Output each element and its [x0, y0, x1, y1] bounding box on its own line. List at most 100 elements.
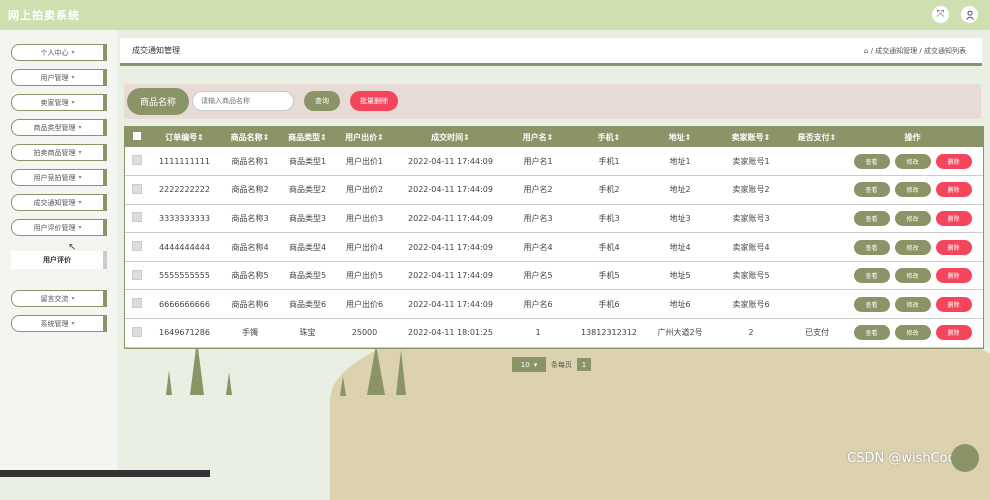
table-cell: 手机4	[598, 242, 620, 252]
table-cell: 商品名称2	[231, 185, 269, 195]
delete-button[interactable]: 删除	[935, 325, 972, 341]
browser-status-bar	[0, 470, 210, 477]
table-cell: 商品名称4	[231, 242, 269, 252]
row-checkbox[interactable]	[125, 319, 148, 348]
row-checkbox[interactable]	[125, 147, 148, 176]
table-cell: 2222222222	[159, 185, 210, 195]
view-button[interactable]: 查看	[853, 268, 890, 284]
edit-button[interactable]: 修改	[894, 182, 931, 198]
table-cell: 手机3	[598, 213, 620, 223]
table-header-row: 订单编号⇕ 商品名称⇕ 商品类型⇕ 用户出价⇕ 成交时间⇕ 用户名⇕ 手机⇕ 地…	[125, 127, 983, 147]
chevron-down-icon: ▾	[78, 124, 82, 131]
sidebar-item-product-type-management[interactable]: 商品类型管理 ▾	[11, 119, 107, 136]
column-header[interactable]: 手机⇕	[568, 127, 650, 147]
column-header[interactable]: 商品名称⇕	[221, 127, 279, 147]
view-button[interactable]: 查看	[853, 182, 890, 198]
sidebar-item-seller-management[interactable]: 卖家管理 ▾	[11, 94, 107, 111]
view-button[interactable]: 查看	[853, 325, 890, 341]
column-header[interactable]: 用户出价⇕	[336, 127, 393, 147]
delete-button[interactable]: 删除	[935, 268, 972, 284]
chevron-down-icon: ▾	[71, 99, 75, 106]
table-row: 5555555555 商品名称5 商品类型5 用户出价5 2022-04-11 17:4…	[125, 261, 983, 290]
batch-delete-button[interactable]: 批量删除	[350, 91, 398, 111]
table-cell	[792, 176, 842, 205]
table-cell: 2022-04-11 18:01:25	[408, 328, 493, 338]
sidebar-item-user-management[interactable]: 用户管理 ▾	[11, 69, 107, 86]
table-cell: 卖家账号5	[732, 271, 770, 281]
column-header[interactable]: 订单编号⇕	[148, 127, 221, 147]
row-checkbox[interactable]	[125, 233, 148, 262]
chevron-down-icon: ▾	[71, 320, 75, 327]
view-button[interactable]: 查看	[853, 239, 890, 255]
chevron-down-icon: ▾	[71, 49, 75, 56]
sidebar-item-user-bid-management[interactable]: 用户竞拍管理 ▾	[11, 169, 107, 186]
delete-button[interactable]: 删除	[935, 239, 972, 255]
row-checkbox[interactable]	[125, 290, 148, 319]
select-all-checkbox[interactable]	[125, 127, 148, 147]
column-header[interactable]: 用户名⇕	[508, 127, 568, 147]
sidebar-subitem-user-review[interactable]: 用户评价	[11, 251, 107, 269]
table-cell: 地址2	[669, 185, 691, 195]
sidebar-item-user-review-management[interactable]: 用户评价管理 ▾	[11, 219, 107, 236]
floating-action-button[interactable]	[951, 444, 979, 472]
column-header[interactable]: 是否支付⇕	[792, 127, 842, 147]
table-cell: 商品名称3	[231, 213, 269, 223]
table-cell: 用户出价6	[345, 299, 384, 309]
query-button[interactable]: 查询	[304, 91, 340, 111]
delete-button[interactable]: 删除	[935, 210, 972, 226]
column-header[interactable]: 商品类型⇕	[279, 127, 336, 147]
table-cell: 2022-04-11 17:44:09	[408, 213, 493, 223]
page-number[interactable]: 1	[577, 358, 591, 371]
search-label: 商品名称	[127, 88, 189, 115]
table-cell: 商品类型2	[288, 185, 327, 195]
sidebar-item-auction-product-management[interactable]: 拍卖商品管理 ▾	[11, 144, 107, 161]
table-cell	[792, 233, 842, 262]
sidebar-item-personal-center[interactable]: 个人中心 ▾	[11, 44, 107, 61]
view-button[interactable]: 查看	[853, 296, 890, 312]
row-checkbox[interactable]	[125, 176, 148, 205]
table-cell: 5555555555	[159, 271, 210, 281]
view-button[interactable]: 查看	[853, 153, 890, 169]
column-header[interactable]: 成交时间⇕	[393, 127, 508, 147]
delete-button[interactable]: 删除	[935, 296, 972, 312]
column-header[interactable]: 卖家账号⇕	[710, 127, 792, 147]
user-icon[interactable]	[961, 6, 978, 23]
delete-button[interactable]: 删除	[935, 182, 972, 198]
sidebar-item-message-exchange[interactable]: 留言交流 ▾	[11, 290, 107, 307]
search-input[interactable]	[192, 91, 294, 111]
fullscreen-icon[interactable]: ⤧	[932, 6, 949, 23]
view-button[interactable]: 查看	[853, 210, 890, 226]
table-cell: 卖家账号2	[732, 185, 770, 195]
chevron-down-icon: ▾	[78, 174, 82, 181]
table-cell: 卖家账号6	[732, 299, 770, 309]
table-cell: 地址1	[669, 156, 691, 166]
sidebar-item-deal-notice-management[interactable]: 成交通知管理 ▾	[11, 194, 107, 211]
per-page-label: 条每页	[551, 360, 572, 369]
background-tree	[367, 345, 385, 395]
breadcrumb: ⌂ / 成交通知管理 / 成交通知列表	[864, 46, 966, 56]
search-bar: 商品名称 查询 批量删除	[124, 84, 981, 119]
table-cell: 商品名称1	[231, 156, 269, 166]
table-cell: 卖家账号1	[732, 156, 770, 166]
delete-button[interactable]: 删除	[935, 153, 972, 169]
sidebar-item-system-management[interactable]: 系统管理 ▾	[11, 315, 107, 332]
table-cell: 用户名2	[523, 185, 553, 195]
edit-button[interactable]: 修改	[894, 210, 931, 226]
edit-button[interactable]: 修改	[894, 268, 931, 284]
table-row: 1111111111 商品名称1 商品类型1 用户出价1 2022-04-11 17:4…	[125, 147, 983, 176]
table-cell: 3333333333	[159, 213, 210, 223]
table-cell: 1	[535, 328, 541, 338]
table-cell: 25000	[351, 328, 378, 338]
edit-button[interactable]: 修改	[894, 239, 931, 255]
page-size-select[interactable]: 10 ▾	[512, 357, 546, 372]
table-cell: 地址4	[669, 242, 691, 252]
row-checkbox[interactable]	[125, 261, 148, 290]
column-header[interactable]: 地址⇕	[650, 127, 710, 147]
row-checkbox[interactable]	[125, 204, 148, 233]
home-icon[interactable]: ⌂	[864, 47, 868, 55]
table-cell: 地址6	[669, 299, 691, 309]
edit-button[interactable]: 修改	[894, 153, 931, 169]
table-cell: 6666666666	[159, 299, 210, 309]
edit-button[interactable]: 修改	[894, 296, 931, 312]
edit-button[interactable]: 修改	[894, 325, 931, 341]
